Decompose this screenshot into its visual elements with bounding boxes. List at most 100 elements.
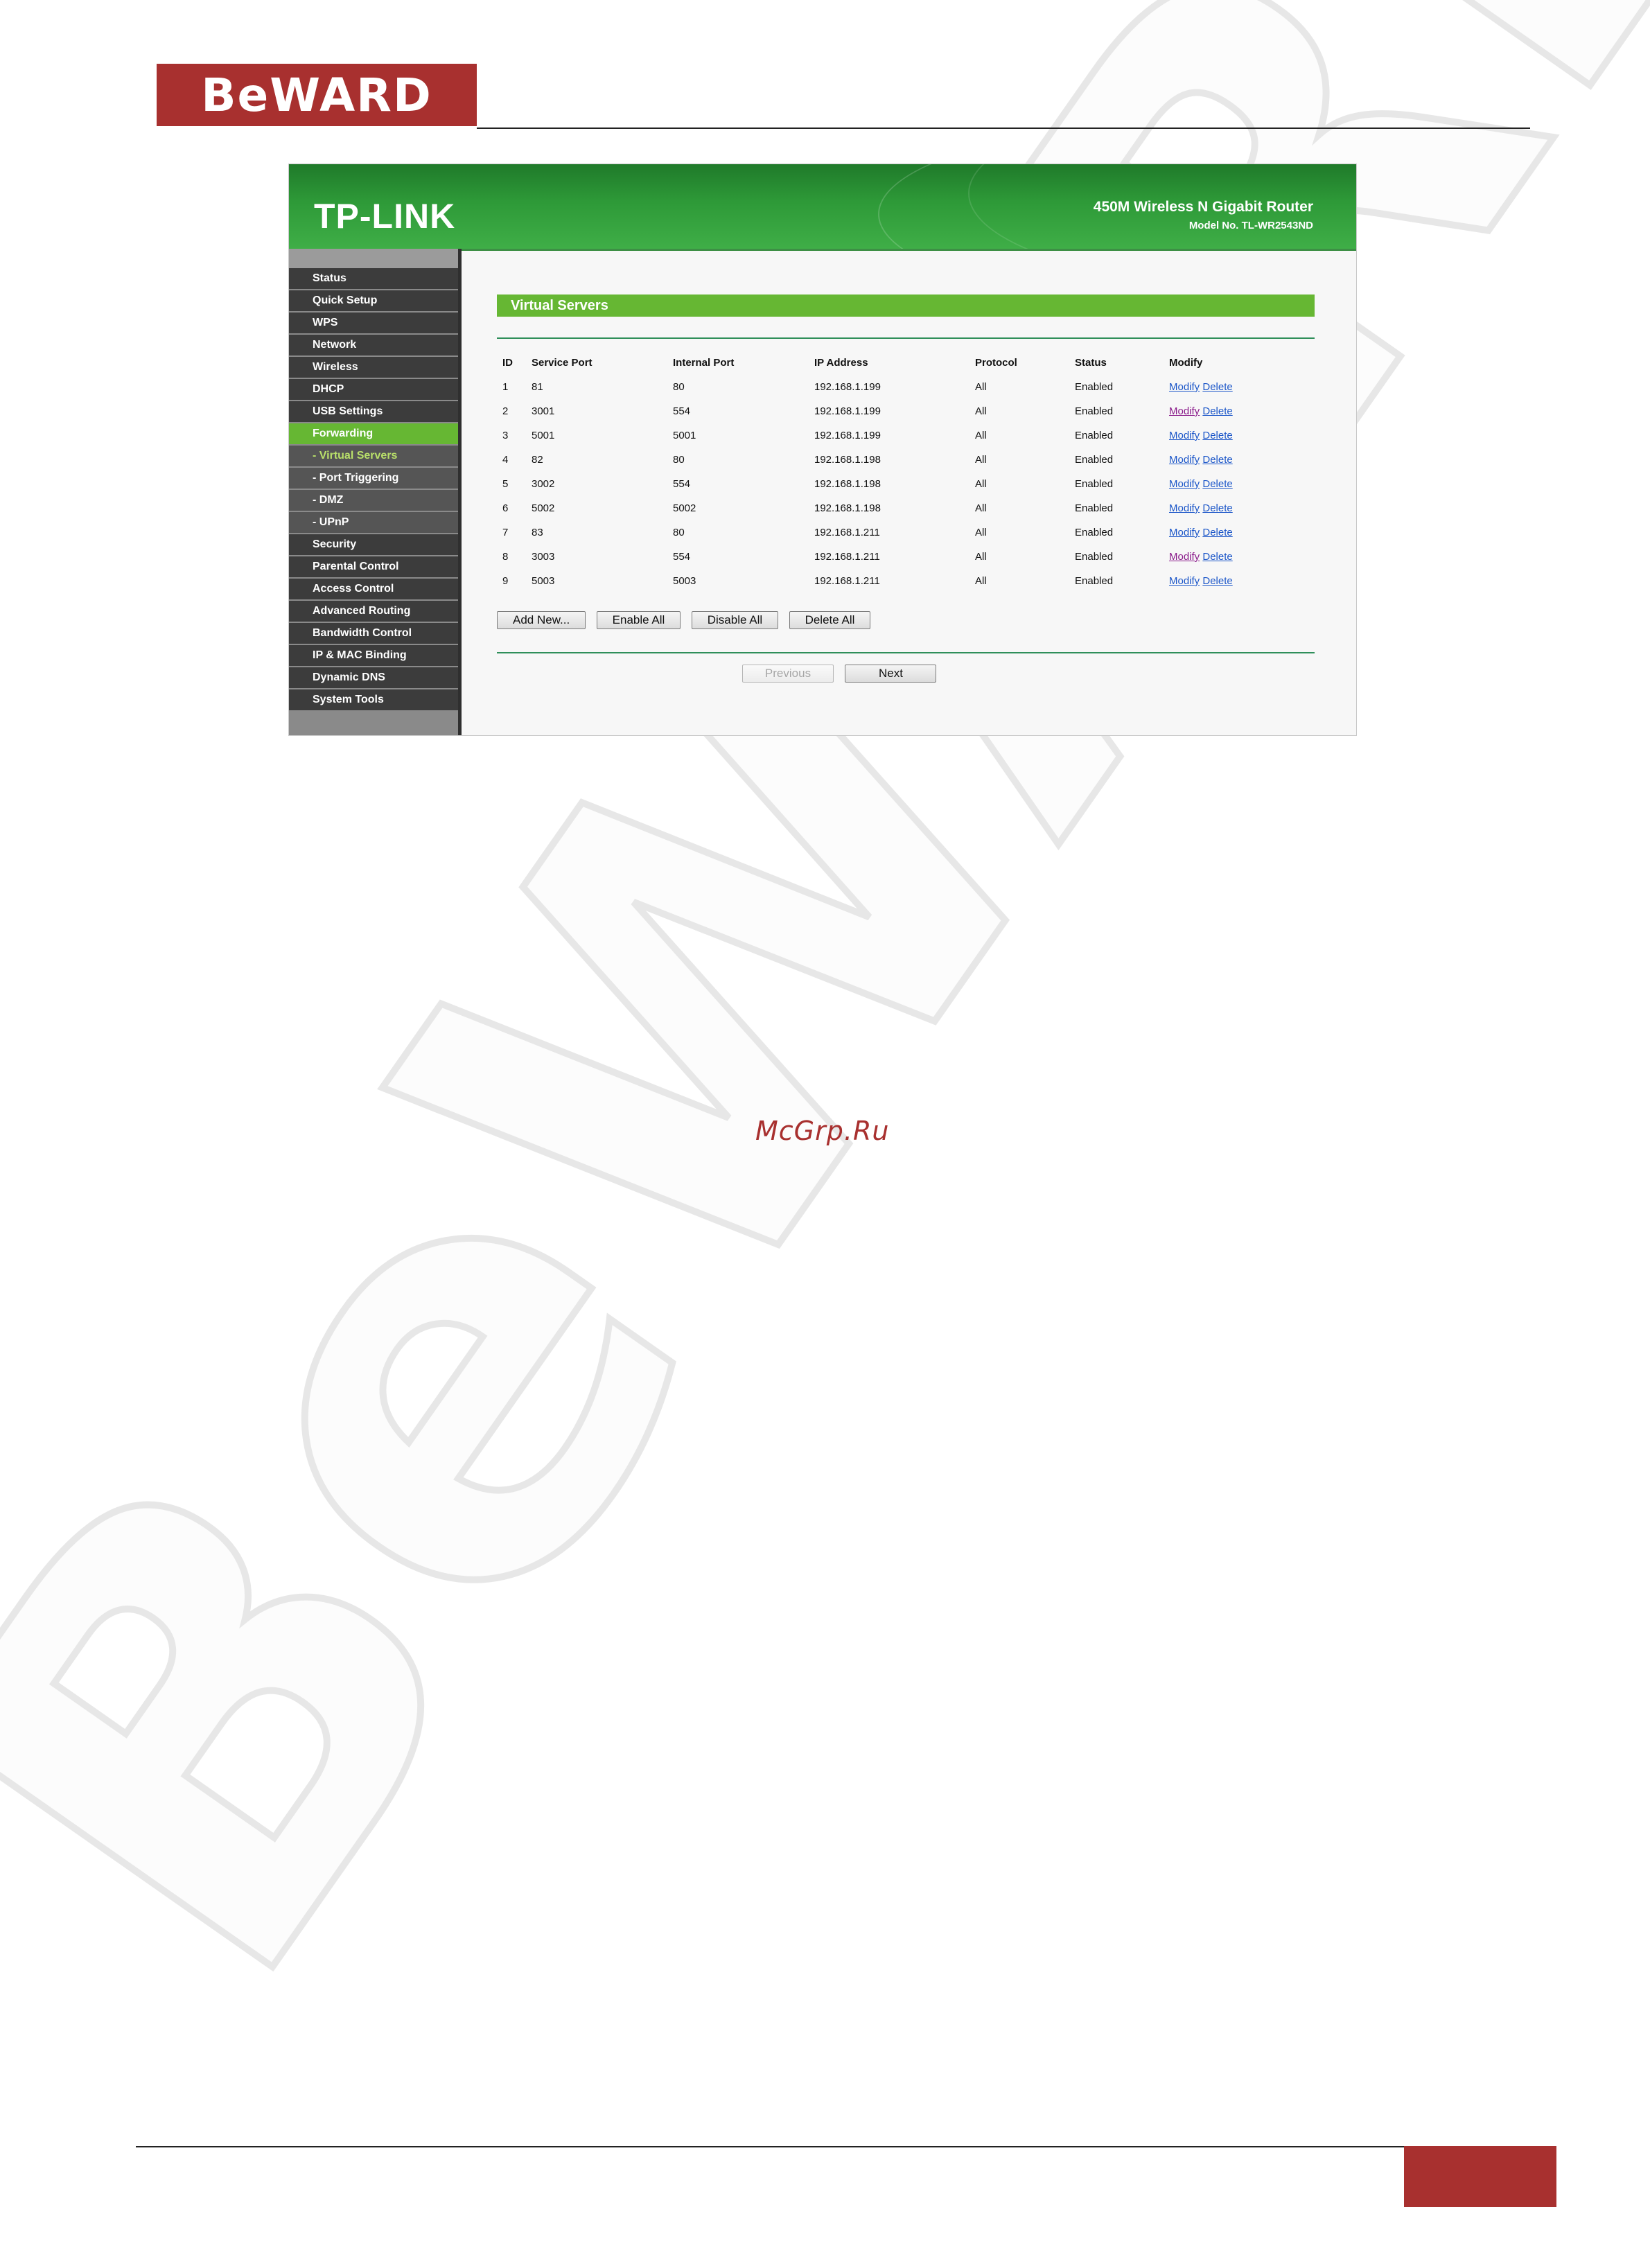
sidebar-item-access-control[interactable]: Access Control — [289, 579, 461, 599]
modify-link[interactable]: Modify — [1169, 454, 1200, 466]
column-header-protocol: Protocol — [975, 356, 1017, 369]
delete-link[interactable]: Delete — [1202, 430, 1232, 441]
sidebar-item-usb-settings[interactable]: USB Settings — [289, 401, 461, 422]
cell-modify: Modify Delete — [1164, 545, 1308, 569]
cell-service-port: 5003 — [532, 575, 555, 587]
cell-ip-address: 192.168.1.211 — [814, 575, 880, 587]
sidebar-item-ip-mac-binding[interactable]: IP & MAC Binding — [289, 645, 461, 666]
cell-modify: Modify Delete — [1164, 423, 1308, 448]
pager-divider — [497, 652, 1315, 653]
sidebar-item-quick-setup[interactable]: Quick Setup — [289, 290, 461, 311]
beward-logo: BeWARD — [157, 64, 477, 126]
cell-protocol: All — [975, 381, 987, 393]
cell-status: Enabled — [1075, 454, 1114, 466]
cell-ip-address: 192.168.1.211 — [814, 551, 880, 563]
cell-service-port: 3003 — [532, 551, 555, 563]
table-row: 8 3003 554 192.168.1.211 All Enabled Modify De… — [497, 545, 1308, 569]
cell-protocol: All — [975, 527, 987, 538]
table-row: 5 3002 554 192.168.1.198 All Enabled Modify De… — [497, 472, 1308, 496]
sidebar-item-wireless[interactable]: Wireless — [289, 357, 461, 378]
site-credit: McGrp.Ru — [755, 1116, 890, 1146]
sidebar-item-virtual-servers[interactable]: - Virtual Servers — [289, 446, 461, 466]
modify-link[interactable]: Modify — [1169, 405, 1200, 417]
delete-link[interactable]: Delete — [1202, 478, 1232, 490]
modify-link[interactable]: Modify — [1169, 430, 1200, 441]
delete-link[interactable]: Delete — [1202, 575, 1232, 587]
cell-status: Enabled — [1075, 551, 1114, 563]
cell-internal-port: 554 — [673, 405, 691, 417]
modify-link[interactable]: Modify — [1169, 478, 1200, 490]
sidebar-item-status[interactable]: Status — [289, 268, 461, 289]
cell-protocol: All — [975, 551, 987, 563]
delete-link[interactable]: Delete — [1202, 381, 1232, 393]
cell-ip-address: 192.168.1.199 — [814, 405, 881, 417]
cell-id: 3 — [502, 430, 509, 441]
sidebar-item-bandwidth-control[interactable]: Bandwidth Control — [289, 623, 461, 644]
header-underline — [459, 249, 1356, 251]
product-name: 450M Wireless N Gigabit Router — [1093, 199, 1313, 215]
sidebar-item-parental-control[interactable]: Parental Control — [289, 556, 461, 577]
sidebar-item-security[interactable]: Security — [289, 534, 461, 555]
cell-status: Enabled — [1075, 527, 1114, 538]
sidebar-top-spacer — [289, 249, 461, 268]
modify-link[interactable]: Modify — [1169, 551, 1200, 563]
column-header-status: Status — [1075, 356, 1107, 369]
cell-service-port: 3001 — [532, 405, 555, 417]
modify-link[interactable]: Modify — [1169, 527, 1200, 538]
delete-link[interactable]: Delete — [1202, 551, 1232, 563]
main-content: Virtual Servers ID Service Port Internal… — [465, 254, 1355, 732]
delete-link[interactable]: Delete — [1202, 454, 1232, 466]
sidebar-item-dynamic-dns[interactable]: Dynamic DNS — [289, 667, 461, 688]
table-row: 1 81 80 192.168.1.199 All Enabled Modify Delet… — [497, 375, 1308, 399]
table-body: 1 81 80 192.168.1.199 All Enabled Modify Delet… — [497, 375, 1308, 593]
header-rule — [477, 128, 1530, 129]
section-divider — [497, 337, 1315, 339]
cell-modify: Modify Delete — [1164, 448, 1308, 472]
router-header: TP-LINK 450M Wireless N Gigabit Router M… — [289, 164, 1356, 249]
table-row: 3 5001 5001 192.168.1.199 All Enabled Modify D… — [497, 423, 1308, 448]
cell-id: 5 — [502, 478, 509, 490]
sidebar-item-port-triggering[interactable]: - Port Triggering — [289, 468, 461, 489]
add-new-button[interactable]: Add New... — [497, 611, 586, 629]
table-row: 2 3001 554 192.168.1.199 All Enabled Modify De… — [497, 399, 1308, 423]
cell-internal-port: 554 — [673, 478, 691, 490]
column-header-internal-port: Internal Port — [673, 356, 735, 369]
sidebar-item-dhcp[interactable]: DHCP — [289, 379, 461, 400]
sidebar-item-forwarding[interactable]: Forwarding — [289, 423, 461, 444]
cell-internal-port: 5003 — [673, 575, 696, 587]
cell-modify: Modify Delete — [1164, 569, 1308, 593]
delete-link[interactable]: Delete — [1202, 527, 1232, 538]
cell-service-port: 3002 — [532, 478, 555, 490]
sidebar-item-advanced-routing[interactable]: Advanced Routing — [289, 601, 461, 622]
sidebar-item-system-tools[interactable]: System Tools — [289, 689, 461, 710]
cell-modify: Modify Delete — [1164, 472, 1308, 496]
table-row: 6 5002 5002 192.168.1.198 All Enabled Modify D… — [497, 496, 1308, 520]
cell-internal-port: 80 — [673, 454, 685, 466]
sidebar-item-dmz[interactable]: - DMZ — [289, 490, 461, 511]
enable-all-button[interactable]: Enable All — [596, 611, 681, 629]
cell-protocol: All — [975, 575, 987, 587]
disable-all-button[interactable]: Disable All — [691, 611, 779, 629]
modify-link[interactable]: Modify — [1169, 575, 1200, 587]
cell-ip-address: 192.168.1.198 — [814, 478, 881, 490]
virtual-servers-table: ID Service Port Internal Port IP Address… — [497, 350, 1308, 593]
cell-ip-address: 192.168.1.199 — [814, 430, 881, 441]
cell-internal-port: 5002 — [673, 502, 696, 514]
cell-id: 8 — [502, 551, 509, 563]
section-title: Virtual Servers — [497, 295, 1315, 317]
table-header-row: ID Service Port Internal Port IP Address… — [497, 350, 1308, 375]
delete-link[interactable]: Delete — [1202, 405, 1232, 417]
modify-link[interactable]: Modify — [1169, 381, 1200, 393]
modify-link[interactable]: Modify — [1169, 502, 1200, 514]
cell-ip-address: 192.168.1.198 — [814, 502, 881, 514]
next-button[interactable]: Next — [845, 665, 937, 683]
sidebar-item-upnp[interactable]: - UPnP — [289, 512, 461, 533]
delete-all-button[interactable]: Delete All — [789, 611, 871, 629]
sidebar-item-wps[interactable]: WPS — [289, 313, 461, 333]
delete-link[interactable]: Delete — [1202, 502, 1232, 514]
router-admin-screenshot: TP-LINK 450M Wireless N Gigabit Router M… — [288, 164, 1357, 736]
sidebar-item-network[interactable]: Network — [289, 335, 461, 355]
table-row: 4 82 80 192.168.1.198 All Enabled Modify Delet… — [497, 448, 1308, 472]
cell-protocol: All — [975, 454, 987, 466]
cell-service-port: 82 — [532, 454, 543, 466]
